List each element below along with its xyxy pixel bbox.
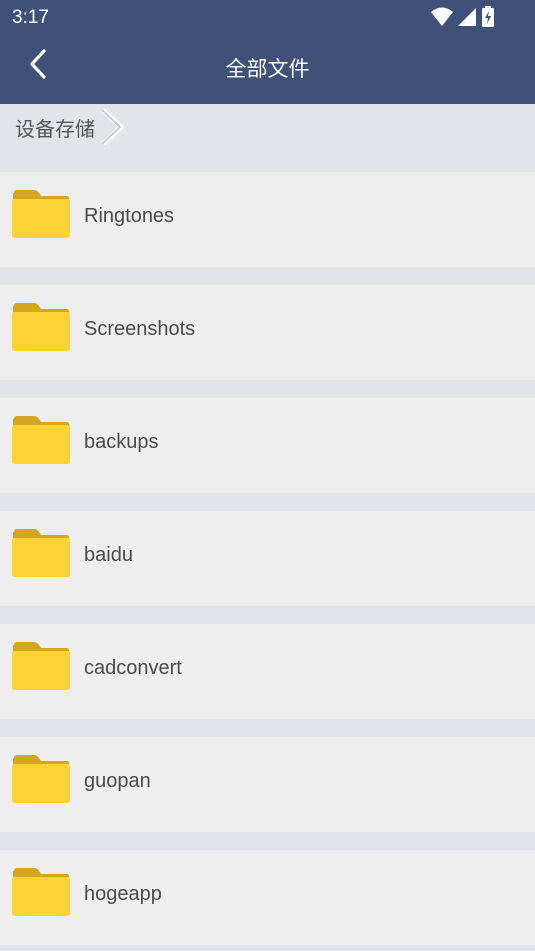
breadcrumb: 设备存储 [0, 104, 535, 150]
folder-row[interactable]: hogeapp [0, 850, 535, 945]
folder-name: baidu [84, 544, 133, 566]
folder-row[interactable]: Screenshots [0, 285, 535, 380]
folder-row[interactable]: cadconvert [0, 624, 535, 719]
folder-name: Screenshots [84, 318, 196, 340]
folder-name: guopan [84, 770, 151, 792]
status-icons [431, 6, 495, 33]
signal-icon [457, 7, 477, 32]
page-title: 全部文件 [225, 58, 310, 81]
folder-row[interactable]: guopan [0, 737, 535, 832]
battery-icon [481, 6, 495, 33]
folder-icon [12, 641, 70, 691]
folder-icon [12, 528, 70, 578]
folder-name: Ringtones [84, 205, 175, 227]
folder-icon [12, 415, 70, 465]
status-time: 3:17 [12, 7, 49, 28]
folder-name: hogeapp [84, 883, 162, 905]
breadcrumb-item-device-storage[interactable]: 设备存储 [15, 113, 95, 142]
folder-icon [12, 754, 70, 804]
chevron-right-icon [99, 108, 125, 146]
folder-icon [12, 867, 70, 917]
folder-row[interactable]: Ringtones [0, 172, 535, 267]
wifi-icon [431, 7, 453, 32]
folder-name: backups [84, 431, 159, 453]
top-app-bar: 3:17 全部文件 [0, 0, 535, 104]
folder-name: cadconvert [84, 657, 182, 679]
folder-icon [12, 302, 70, 352]
folder-row[interactable]: backups [0, 398, 535, 493]
folder-icon [12, 189, 70, 239]
folder-row[interactable]: baidu [0, 511, 535, 606]
